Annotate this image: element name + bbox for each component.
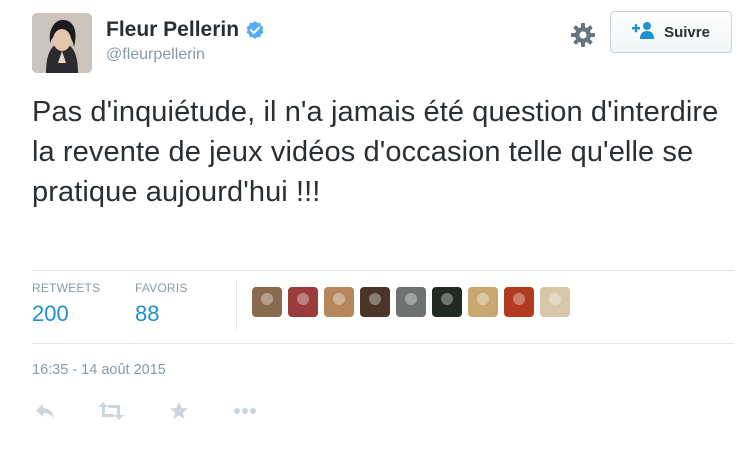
- user-avatar-5[interactable]: [396, 287, 426, 317]
- user-avatar-2[interactable]: [288, 287, 318, 317]
- favorites-label: FAVORIS: [135, 281, 188, 295]
- more-icon[interactable]: [232, 398, 258, 424]
- avatar-image: [32, 13, 92, 73]
- author-name-row: Fleur Pellerin: [106, 18, 265, 42]
- user-avatar-4[interactable]: [360, 287, 390, 317]
- follow-button[interactable]: Suivre: [610, 11, 732, 53]
- user-avatar-3[interactable]: [324, 287, 354, 317]
- divider: [32, 270, 734, 271]
- gear-icon[interactable]: [570, 22, 596, 48]
- retweets-count: 200: [32, 301, 69, 326]
- retweet-icon[interactable]: [98, 398, 124, 424]
- user-avatar-8[interactable]: [504, 287, 534, 317]
- favorites-stat[interactable]: FAVORIS 88: [135, 281, 188, 327]
- reply-icon[interactable]: [32, 398, 58, 424]
- stats-separator: [236, 280, 237, 330]
- author-handle[interactable]: @fleurpellerin: [106, 46, 205, 64]
- tweet-text: Pas d'inquiétude, il n'a jamais été ques…: [32, 96, 719, 208]
- author-name[interactable]: Fleur Pellerin: [106, 18, 239, 42]
- favorite-icon[interactable]: [166, 398, 192, 424]
- retweets-label: RETWEETS: [32, 281, 101, 295]
- profile-avatar[interactable]: [32, 13, 92, 73]
- divider: [32, 343, 734, 344]
- tweet-timestamp[interactable]: 16:35 - 14 août 2015: [32, 362, 166, 378]
- favorites-count: 88: [135, 301, 160, 326]
- favoriter-avatars: [252, 287, 570, 317]
- retweets-stat[interactable]: RETWEETS 200: [32, 281, 100, 327]
- user-avatar-7[interactable]: [468, 287, 498, 317]
- tweet-actions: [32, 398, 258, 424]
- verified-badge-icon: [245, 20, 265, 40]
- user-avatar-1[interactable]: [252, 287, 282, 317]
- follow-label: Suivre: [664, 23, 710, 41]
- user-avatar-6[interactable]: [432, 287, 462, 317]
- user-avatar-9[interactable]: [540, 287, 570, 317]
- add-user-icon: [632, 21, 656, 43]
